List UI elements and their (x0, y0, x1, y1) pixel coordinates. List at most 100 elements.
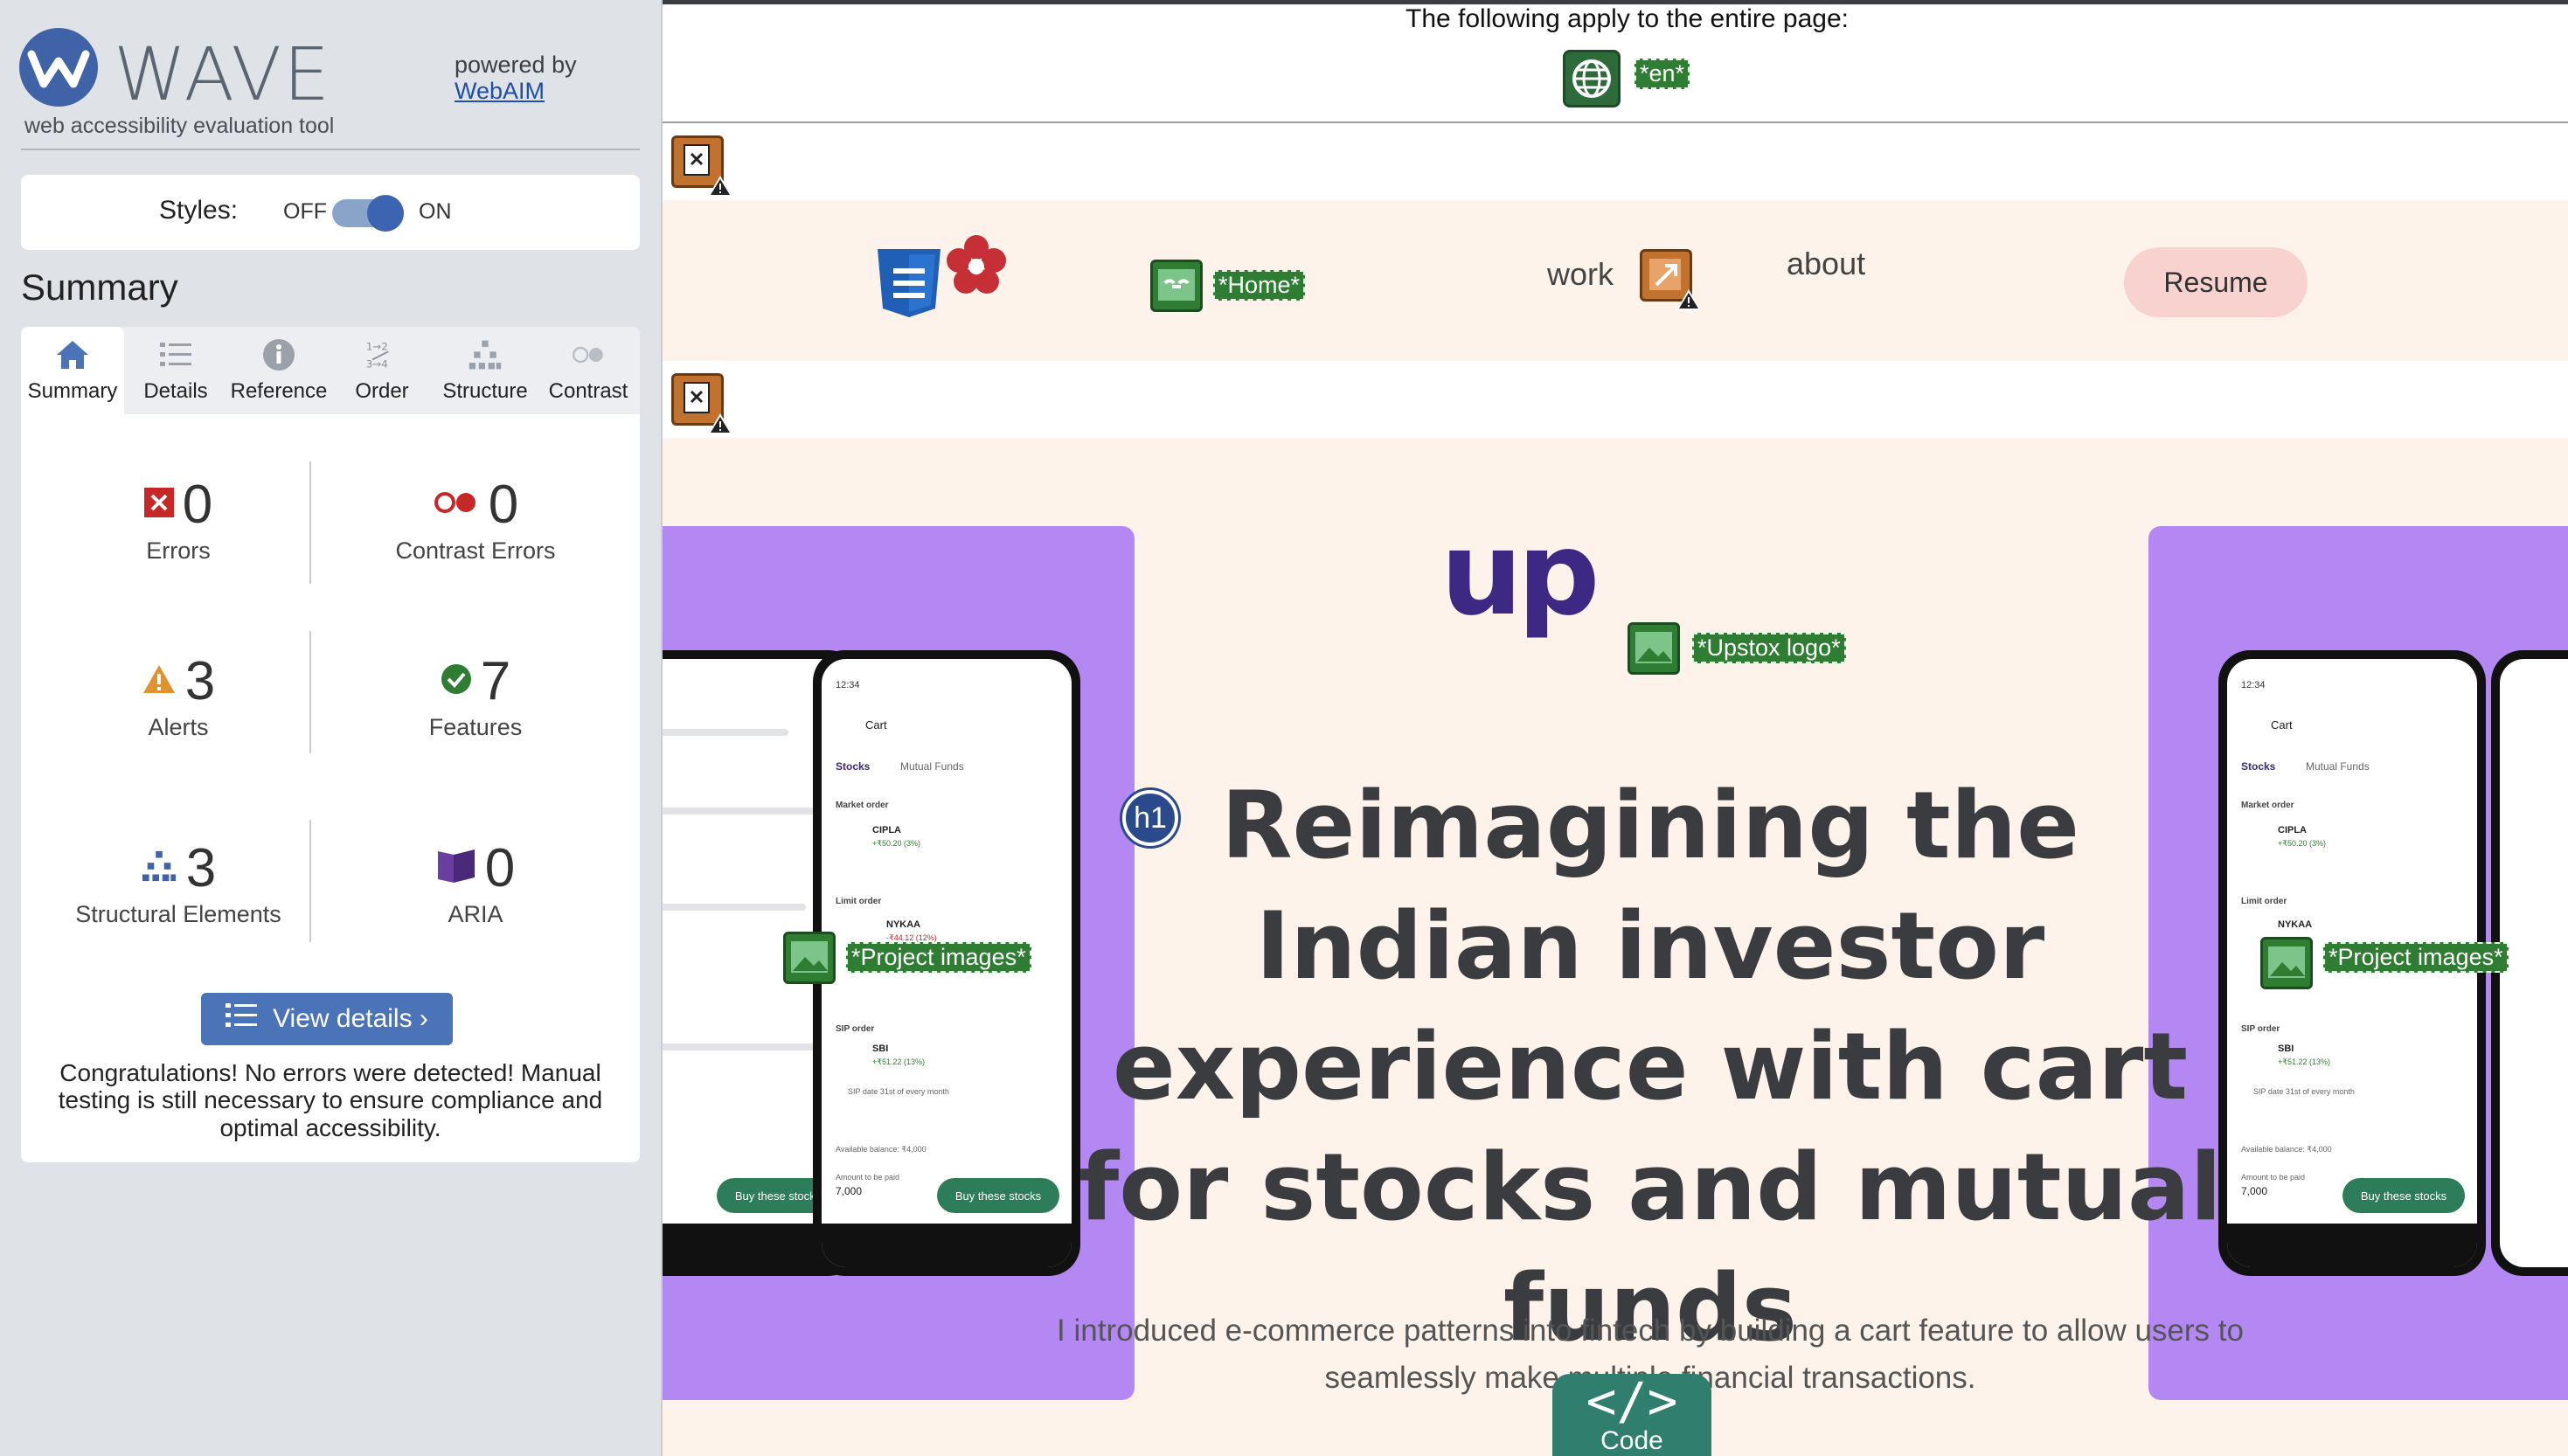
evaluated-page: The following apply to the entire page: … (663, 0, 2568, 1456)
view-details-button[interactable]: View details › (201, 993, 453, 1045)
structure-icon (468, 337, 503, 372)
phone-sip-date: SIP date 31st of every month (848, 1087, 949, 1096)
hero-title: Reimagining the Indian investor experien… (1079, 772, 2222, 1362)
language-globe-icon[interactable] (1563, 50, 1621, 107)
alert-icon (142, 663, 177, 699)
aria-stat[interactable]: 0 ARIA (344, 837, 607, 928)
tab-label: Contrast (548, 379, 628, 403)
resume-button[interactable]: Resume (2124, 247, 2308, 317)
flower-logo-icon (944, 233, 1009, 302)
tab-order[interactable]: 1→2 3→4 Order (330, 327, 434, 414)
alert-document-icon[interactable] (671, 373, 732, 434)
site-nav: *Home* work about Resume (663, 200, 2568, 361)
aria-label: ARIA (448, 901, 503, 927)
tab-label: Reference (230, 379, 328, 403)
aria-icon (436, 848, 476, 889)
congrats-message: Congratulations! No errors were detected… (58, 1059, 603, 1141)
list-icon (226, 1002, 258, 1037)
phone-amount-label: Amount to be paid (836, 1173, 900, 1182)
summary-heading: Summary (21, 267, 178, 308)
alerts-count: 3 (184, 651, 216, 711)
errors-count: 0 (182, 475, 213, 535)
toggle-knob[interactable] (367, 195, 404, 232)
webaim-link[interactable]: WebAIM (455, 78, 545, 104)
phone-title: Cart (865, 718, 887, 731)
phone-sip-order: SIP order (836, 1024, 875, 1034)
phone-cipla: CIPLA (872, 825, 901, 835)
divider (309, 631, 311, 753)
tab-label: Summary (27, 379, 118, 403)
phone-sip-date: SIP date 31st of every month (2253, 1087, 2355, 1096)
phone-market-order: Market order (836, 801, 889, 810)
errors-stat[interactable]: 0 Errors (47, 474, 309, 565)
code-button[interactable]: </> Code (1552, 1374, 1711, 1456)
upstox-logo-tag: *Upstox logo* (1692, 633, 1846, 663)
contrast-errors-label: Contrast Errors (395, 537, 556, 564)
phone-tab-stocks: Stocks (836, 760, 871, 773)
phone-amount: 7,000 (836, 1185, 863, 1197)
styles-label: Styles: (159, 196, 239, 225)
phone-amount-label: Amount to be paid (2241, 1173, 2306, 1182)
phone-sbi-change: +₹51.22 (13%) (2278, 1057, 2331, 1066)
banner-text: The following apply to the entire page: (1405, 4, 1849, 33)
alert-document-icon[interactable] (671, 135, 732, 197)
wave-tabs: Summary Details Reference 1→2 3→4 Order S… (21, 327, 640, 414)
phone-nykaa: NYKAA (886, 919, 921, 930)
list-icon (158, 337, 193, 372)
view-details-label: View details › (273, 1004, 428, 1033)
svg-text:1→2: 1→2 (366, 341, 388, 353)
phone-limit-order: Limit order (836, 897, 882, 906)
styles-toggle[interactable] (332, 195, 404, 232)
phone-screen (2500, 659, 2568, 1267)
wave-logo-icon (19, 28, 98, 107)
phone-tab-funds: Mutual Funds (900, 760, 964, 773)
contrast-errors-count: 0 (488, 475, 519, 535)
phone-balance: Available balance: ₹4,000 (836, 1145, 927, 1154)
feature-check-icon (441, 663, 472, 699)
powered-by: powered by WebAIM (455, 52, 577, 104)
placeholder-line (663, 729, 788, 736)
structural-count: 3 (185, 838, 217, 898)
styles-toggle-box: Styles: OFF ON (21, 175, 640, 250)
warning-icon (708, 176, 732, 197)
tab-reference[interactable]: Reference (227, 327, 330, 414)
wave-subtitle: web accessibility evaluation tool (24, 114, 335, 138)
page-section (663, 123, 2568, 200)
structural-stat[interactable]: 3 Structural Elements (47, 837, 309, 928)
errors-label: Errors (146, 537, 211, 564)
features-stat[interactable]: 7 Features (344, 650, 607, 741)
svg-text:3→4: 3→4 (366, 358, 388, 371)
image-icon[interactable] (2260, 937, 2313, 989)
placeholder-line (663, 904, 806, 911)
phone-balance: Available balance: ₹4,000 (2241, 1145, 2332, 1154)
divider (21, 149, 640, 150)
tab-label: Order (355, 379, 409, 403)
phone-nykaa: NYKAA (2278, 919, 2313, 930)
phone-amount: 7,000 (2241, 1185, 2268, 1197)
placeholder-line (663, 1043, 823, 1050)
phone-navbar (2227, 1224, 2477, 1267)
phone-tab-stocks: Stocks (2241, 760, 2276, 773)
linked-image-icon[interactable] (1150, 260, 1203, 312)
alerts-stat[interactable]: 3 Alerts (47, 650, 309, 741)
contrast-error-icon (433, 489, 480, 520)
alerts-label: Alerts (148, 714, 209, 740)
phone-cipla-change: +₹50.20 (3%) (2278, 839, 2327, 848)
tab-structure[interactable]: Structure (434, 327, 537, 414)
tab-summary[interactable]: Summary (21, 327, 124, 414)
image-icon[interactable] (1628, 622, 1680, 675)
alert-link-icon[interactable] (1640, 249, 1701, 310)
code-icon: </> (1586, 1371, 1678, 1431)
language-tag: *en* (1634, 59, 1690, 89)
phone-sbi: SBI (2278, 1043, 2294, 1054)
nav-link-work[interactable]: work (1547, 256, 1614, 293)
image-icon[interactable] (783, 932, 836, 984)
contrast-errors-stat[interactable]: 0 Contrast Errors (344, 474, 607, 565)
tab-details[interactable]: Details (124, 327, 227, 414)
tab-contrast[interactable]: Contrast (537, 327, 640, 414)
nav-link-about[interactable]: about (1787, 246, 1865, 282)
page-level-banner: The following apply to the entire page: … (663, 4, 2568, 123)
warning-icon (708, 413, 732, 434)
project-images-tag: *Project images* (846, 942, 1031, 973)
info-icon (261, 337, 296, 372)
